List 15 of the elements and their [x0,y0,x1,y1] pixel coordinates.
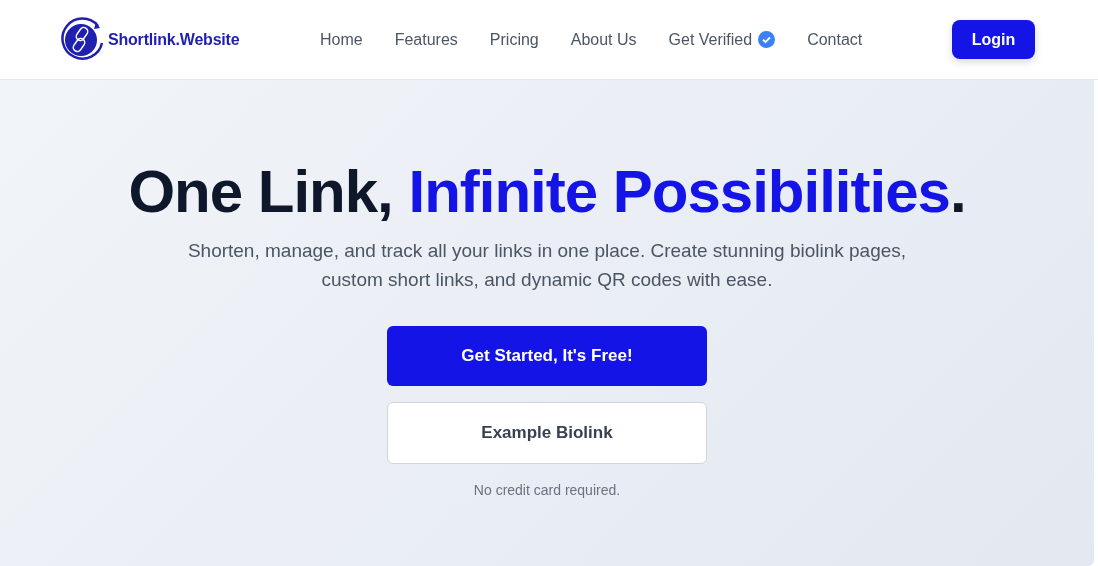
nav-link[interactable]: Contact [807,30,863,49]
subtitle: Shorten, manage, and track all your links in one place. Create stunning biolink pages, custom short links, and dynamic QR codes with ease. [186,239,908,292]
note-text: No credit card required. [473,482,621,498]
nav-link[interactable]: Pricing [489,30,539,49]
nav-link[interactable]: Get Verified [668,30,776,49]
nav-link[interactable]: About Us [570,30,637,49]
logo-icon [60,16,106,63]
nav-link[interactable]: Home [320,30,363,49]
example-biolink-button[interactable]: Example Biolink [387,402,707,464]
get-started-button[interactable]: Get Started, It's Free! [387,326,707,386]
verified-icon [758,31,776,48]
headline: One Link, Infinite Possibilities. [128,157,966,227]
login-button[interactable]: Login [952,20,1035,59]
brand-name: Shortlink.Website [108,30,240,49]
nav-link[interactable]: Features [394,30,458,49]
